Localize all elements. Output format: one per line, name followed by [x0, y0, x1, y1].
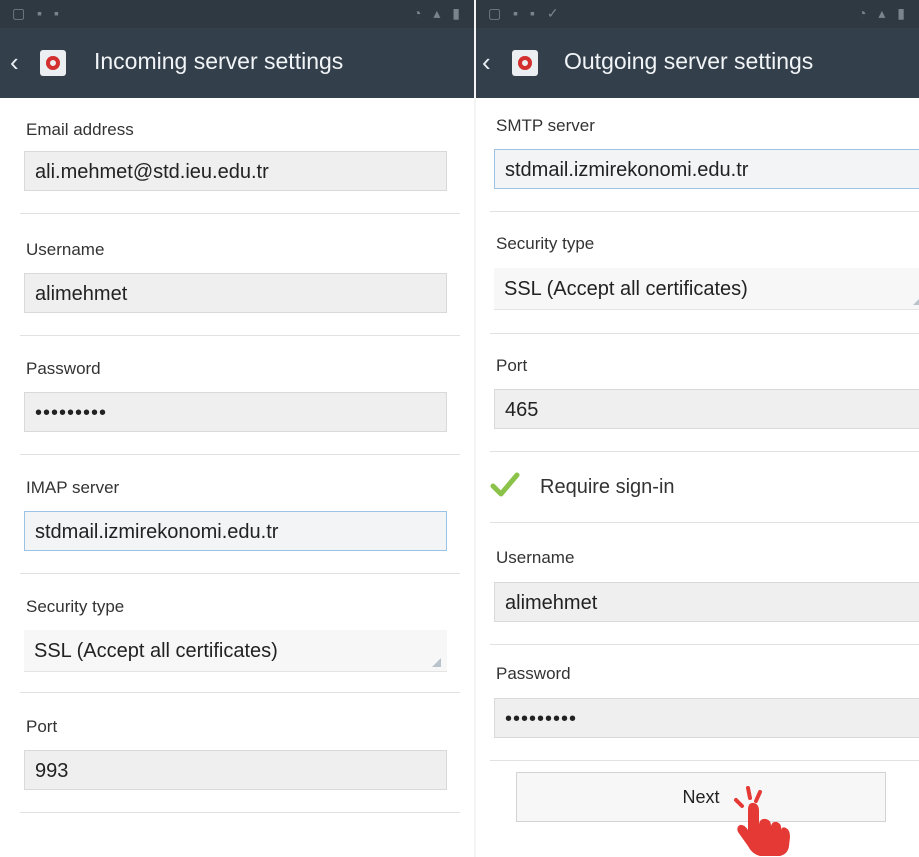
- security-type-label: Security type: [26, 597, 125, 616]
- screenshot-stage: ▢ ▪ ▪ ◔ ▴ ▮ ‹ Incoming server settings E…: [0, 0, 919, 857]
- require-signin-label: Require sign-in: [540, 476, 675, 498]
- password-label: Password: [496, 664, 571, 683]
- username-field[interactable]: alimehmet: [494, 582, 919, 622]
- dropdown-corner-icon: [432, 658, 441, 667]
- email-app-icon: [40, 50, 66, 76]
- username-field[interactable]: alimehmet: [24, 273, 447, 313]
- pointing-hand-icon: [734, 786, 790, 856]
- status-bar: ▢ ▪ ▪ ✓ ◔ ▴ ▮: [476, 0, 919, 28]
- divider: [20, 812, 460, 813]
- next-button[interactable]: Next: [516, 772, 886, 822]
- username-label: Username: [496, 548, 575, 567]
- app-bar: ‹ Outgoing server settings: [476, 28, 919, 98]
- divider: [20, 573, 460, 574]
- imap-server-label: IMAP server: [26, 478, 120, 497]
- require-signin-checkbox[interactable]: [490, 470, 520, 500]
- divider: [20, 213, 460, 214]
- system-status-icons: ◔ ▴ ▮: [858, 5, 909, 21]
- imap-server-field[interactable]: stdmail.izmirekonomi.edu.tr: [24, 511, 447, 551]
- divider: [490, 760, 919, 761]
- checkmark-icon: [490, 472, 520, 497]
- divider: [20, 454, 460, 455]
- smtp-server-field[interactable]: stdmail.izmirekonomi.edu.tr: [494, 149, 919, 189]
- outgoing-settings-panel: ▢ ▪ ▪ ✓ ◔ ▴ ▮ ‹ Outgoing server settings…: [476, 0, 919, 857]
- password-field[interactable]: •••••••••: [494, 698, 919, 738]
- security-type-value: SSL (Accept all certificates): [504, 278, 748, 300]
- divider: [490, 211, 919, 212]
- username-label: Username: [26, 240, 105, 259]
- divider: [490, 333, 919, 334]
- password-label: Password: [26, 359, 101, 378]
- email-app-icon: [512, 50, 538, 76]
- security-type-select[interactable]: SSL (Accept all certificates): [494, 268, 919, 310]
- port-label: Port: [26, 717, 58, 736]
- email-label: Email address: [26, 120, 134, 139]
- port-field[interactable]: 465: [494, 389, 919, 429]
- incoming-settings-panel: ▢ ▪ ▪ ◔ ▴ ▮ ‹ Incoming server settings E…: [0, 0, 474, 857]
- divider: [490, 522, 919, 523]
- divider: [490, 644, 919, 645]
- security-type-label: Security type: [496, 234, 595, 253]
- notification-icons: ▢ ▪ ▪ ✓: [488, 5, 563, 21]
- divider: [20, 692, 460, 693]
- port-field[interactable]: 993: [24, 750, 447, 790]
- email-field[interactable]: ali.mehmet@std.ieu.edu.tr: [24, 151, 447, 191]
- page-title: Incoming server settings: [94, 48, 344, 74]
- system-status-icons: ◔ ▴ ▮: [413, 5, 464, 21]
- app-bar: ‹ Incoming server settings: [0, 28, 474, 98]
- status-bar: ▢ ▪ ▪ ◔ ▴ ▮: [0, 0, 474, 28]
- port-label: Port: [496, 356, 528, 375]
- security-type-select[interactable]: SSL (Accept all certificates): [24, 630, 447, 672]
- back-chevron-icon[interactable]: ‹: [482, 48, 491, 76]
- security-type-value: SSL (Accept all certificates): [34, 640, 278, 662]
- dropdown-corner-icon: [913, 296, 919, 305]
- smtp-server-label: SMTP server: [496, 116, 595, 135]
- divider: [20, 335, 460, 336]
- divider: [490, 451, 919, 452]
- password-field[interactable]: •••••••••: [24, 392, 447, 432]
- notification-icons: ▢ ▪ ▪: [12, 5, 63, 21]
- page-title: Outgoing server settings: [564, 48, 814, 74]
- back-chevron-icon[interactable]: ‹: [10, 48, 19, 76]
